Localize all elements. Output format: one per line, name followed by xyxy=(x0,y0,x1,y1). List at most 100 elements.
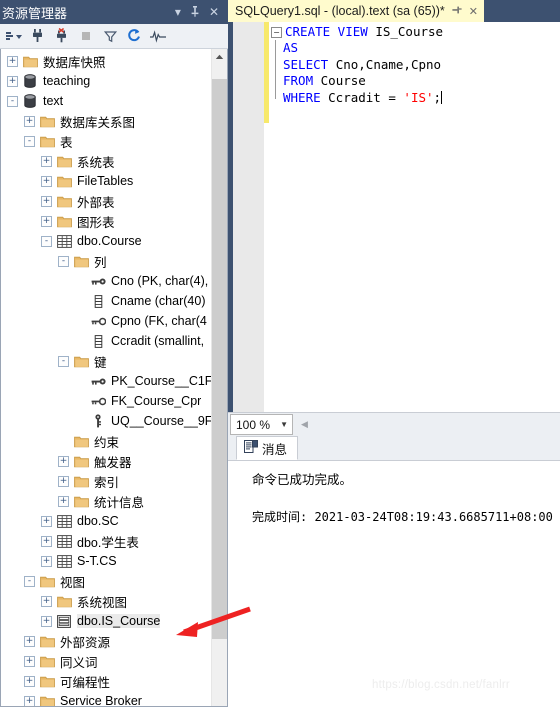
expand-toggle-icon[interactable]: + xyxy=(58,455,69,467)
collapse-toggle-icon[interactable]: - xyxy=(24,575,35,587)
code-token: ; xyxy=(433,89,442,105)
tree-item[interactable]: -列 xyxy=(1,251,212,271)
tree-item[interactable]: + dbo.IS_Course xyxy=(1,611,212,631)
expand-toggle-icon[interactable]: + xyxy=(7,55,18,67)
tree-item[interactable]: 约束 xyxy=(1,431,212,451)
horizontal-scroll-left-arrow-icon[interactable]: ◀ xyxy=(301,419,308,430)
expand-toggle-icon[interactable]: + xyxy=(24,695,35,706)
tree-item[interactable]: - 视图 xyxy=(1,571,212,591)
tree-item[interactable]: FK_Course_Cpr xyxy=(1,391,212,411)
tree-item[interactable]: + 索引 xyxy=(1,471,212,491)
expand-toggle-icon[interactable]: + xyxy=(41,195,52,207)
expand-toggle-icon[interactable]: + xyxy=(41,215,52,227)
tree-item-label: 外部表 xyxy=(77,195,115,210)
tree-item[interactable]: Cname (char(40) xyxy=(1,291,212,311)
scroll-up-arrow-icon[interactable] xyxy=(212,49,227,65)
sql-editor[interactable]: − CREATE VIEW IS_Course AS SELECT Cno,Cname… xyxy=(228,22,560,412)
tree-item[interactable]: + 外部资源 xyxy=(1,631,212,651)
fold-collapse-icon[interactable]: − xyxy=(271,26,282,38)
tree-vertical-scrollbar[interactable] xyxy=(211,49,227,706)
collapse-toggle-icon[interactable]: - xyxy=(24,135,35,147)
tree-item-label: S-T.CS xyxy=(77,554,117,568)
expand-toggle-icon[interactable]: + xyxy=(41,175,52,187)
tree-item[interactable]: + 外部表 xyxy=(1,191,212,211)
expand-toggle-icon[interactable]: + xyxy=(41,615,52,627)
expand-toggle-icon[interactable]: + xyxy=(41,535,52,547)
foreign-key-icon xyxy=(90,313,106,329)
tree-item[interactable]: + 可编程性 xyxy=(1,671,212,691)
folder-icon xyxy=(56,153,72,169)
message-line: 完成时间: 2021-03-24T08:19:43.6685711+08:00 xyxy=(252,510,553,524)
expand-toggle-icon[interactable]: + xyxy=(7,75,18,87)
tree-item[interactable]: + S-T.CS xyxy=(1,551,212,571)
tree-scrollbar-thumb[interactable] xyxy=(212,79,227,639)
tab-sqlquery1[interactable]: SQLQuery1.sql - (local).text (sa (65))* … xyxy=(228,0,485,22)
filter-icon[interactable] xyxy=(99,26,121,47)
connect-icon[interactable] xyxy=(27,26,49,47)
tree-item[interactable]: + 同义词 xyxy=(1,651,212,671)
zoom-level-select[interactable]: 100 % ▼ xyxy=(230,414,293,435)
tree-item[interactable]: UQ__Course__9F5 xyxy=(1,411,212,431)
tab-messages[interactable]: 消息 xyxy=(236,436,299,460)
tree-item[interactable]: + dbo.SC xyxy=(1,511,212,531)
tree-item[interactable]: + FileTables xyxy=(1,171,212,191)
tree-item[interactable]: + 统计信息 xyxy=(1,491,212,511)
collapse-toggle-icon[interactable]: - xyxy=(41,235,52,247)
pin-icon[interactable] xyxy=(190,5,200,19)
tree-item[interactable]: + 系统表 xyxy=(1,151,212,171)
tree-item[interactable]: - text xyxy=(1,91,212,111)
expand-toggle-icon[interactable]: + xyxy=(24,675,35,687)
tree-item[interactable]: Ccradit (smallint, xyxy=(1,331,212,351)
tree-item[interactable]: + 图形表 xyxy=(1,211,212,231)
disconnect-icon[interactable] xyxy=(51,26,73,47)
refresh-icon[interactable] xyxy=(123,26,145,47)
column-icon xyxy=(90,333,106,349)
fold-guide xyxy=(271,89,280,106)
expand-toggle-icon[interactable]: + xyxy=(41,555,52,567)
tree-item[interactable]: + teaching xyxy=(1,71,212,91)
connect-dropdown-button[interactable] xyxy=(3,26,25,47)
tab-close-icon[interactable]: ✕ xyxy=(469,5,478,18)
expand-toggle-icon[interactable]: + xyxy=(24,635,35,647)
close-icon[interactable]: ✕ xyxy=(209,6,219,18)
tab-pin-icon[interactable] xyxy=(452,5,462,18)
tree-item-label: Cno (PK, char(4), xyxy=(111,274,209,288)
tree-item-label: 表 xyxy=(60,135,73,150)
expand-toggle-icon[interactable]: + xyxy=(41,155,52,167)
tree-item[interactable]: + dbo.学生表 xyxy=(1,531,212,551)
tree-item[interactable]: + 数据库关系图 xyxy=(1,111,212,131)
tree-item[interactable]: -表 xyxy=(1,131,212,151)
expand-toggle-icon[interactable]: + xyxy=(41,515,52,527)
chevron-down-icon[interactable]: ▼ xyxy=(280,420,288,429)
object-explorer-titlebar: 资源管理器 ▾ ✕ xyxy=(0,0,228,24)
tab-label: SQLQuery1.sql - (local).text (sa (65))* xyxy=(235,4,445,18)
editor-code-area[interactable]: − CREATE VIEW IS_Course AS SELECT Cno,Cname… xyxy=(269,22,560,412)
tree-item-label: 数据库快照 xyxy=(43,55,106,70)
tree-item[interactable]: + 数据库快照 xyxy=(1,51,212,71)
tree-item[interactable]: Cpno (FK, char(4 xyxy=(1,311,212,331)
tree-item[interactable]: - dbo.Course xyxy=(1,231,212,251)
tree-item[interactable]: + 系统视图 xyxy=(1,591,212,611)
tree-item[interactable]: PK_Course__C1F xyxy=(1,371,212,391)
object-explorer-tree[interactable]: + 数据库快照 + teaching - text + 数据库关系图 - 表 + 系统表 + FileTa… xyxy=(1,49,212,706)
code-token: IS_Course xyxy=(375,24,444,39)
expand-toggle-icon[interactable]: + xyxy=(58,475,69,487)
expand-toggle-icon[interactable]: + xyxy=(58,495,69,507)
collapse-toggle-icon[interactable]: - xyxy=(7,95,18,107)
tree-item[interactable]: + Service Broker xyxy=(1,691,212,706)
tree-item-label: 列 xyxy=(94,255,107,270)
collapse-toggle-icon[interactable]: - xyxy=(58,355,69,367)
tree-item-label: dbo.Course xyxy=(77,234,142,248)
chevron-down-icon[interactable]: ▾ xyxy=(175,6,181,18)
expand-toggle-icon[interactable]: + xyxy=(24,115,35,127)
primary-key-icon xyxy=(90,373,106,389)
tree-item[interactable]: + 触发器 xyxy=(1,451,212,471)
expand-toggle-icon[interactable]: + xyxy=(24,655,35,667)
activity-monitor-icon[interactable] xyxy=(147,26,169,47)
collapse-toggle-icon[interactable]: - xyxy=(58,255,69,267)
tree-item[interactable]: -键 xyxy=(1,351,212,371)
expand-toggle-icon[interactable]: + xyxy=(41,595,52,607)
tree-item-label: 键 xyxy=(94,355,107,370)
tree-item[interactable]: Cno (PK, char(4), xyxy=(1,271,212,291)
